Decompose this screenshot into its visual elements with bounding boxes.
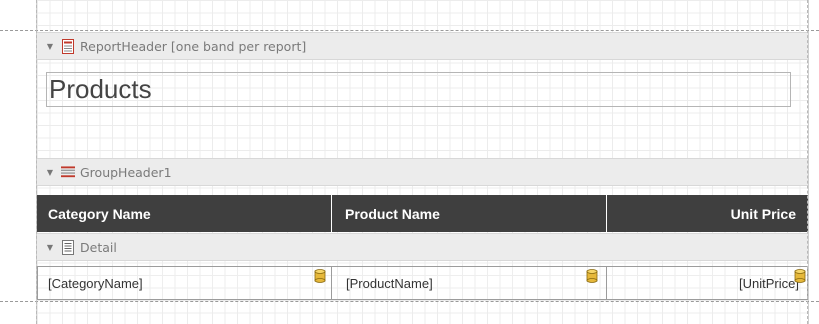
band-label: ReportHeader [one band per report]	[80, 38, 307, 54]
header-cell-label: Unit Price	[730, 205, 796, 222]
band-label: Detail	[80, 239, 117, 255]
detail-band-strip[interactable]: ▼ Detail	[37, 233, 808, 261]
report-header-band-strip[interactable]: ▼ ReportHeader [one band per report]	[37, 32, 808, 60]
group-header-band-icon	[61, 164, 75, 180]
header-cell-product-name[interactable]: Product Name	[332, 195, 606, 232]
report-design-surface[interactable]: ▼ ReportHeader [one band per report] Pro…	[36, 0, 809, 324]
bottom-margin-guide	[0, 301, 819, 302]
database-icon	[586, 269, 598, 283]
report-title-label[interactable]: Products	[46, 72, 791, 107]
band-label: GroupHeader1	[80, 164, 172, 180]
detail-cell-product-name[interactable]: [ProductName]	[331, 266, 607, 300]
database-icon	[314, 269, 326, 283]
database-icon	[794, 269, 806, 283]
left-margin-guide	[36, 0, 37, 324]
detail-cell-category-name[interactable]: [CategoryName]	[37, 266, 332, 300]
header-cell-label: Category Name	[48, 205, 151, 222]
field-expression: [UnitPrice]	[739, 275, 799, 291]
page-title: Products	[49, 74, 152, 104]
detail-band-icon	[61, 239, 75, 255]
collapse-arrow-icon[interactable]: ▼	[45, 42, 55, 51]
header-cell-unit-price[interactable]: Unit Price	[607, 195, 808, 232]
header-cell-category-name[interactable]: Category Name	[37, 195, 331, 232]
field-expression: [ProductName]	[346, 275, 433, 291]
field-expression: [CategoryName]	[48, 275, 143, 291]
collapse-arrow-icon[interactable]: ▼	[45, 168, 55, 177]
right-margin-guide	[807, 0, 808, 324]
collapse-arrow-icon[interactable]: ▼	[45, 243, 55, 252]
table-header-row[interactable]: Category Name Product Name Unit Price	[37, 195, 808, 232]
detail-table-row[interactable]: [CategoryName] [ProductName] [UnitPrice]	[37, 266, 808, 300]
detail-cell-unit-price[interactable]: [UnitPrice]	[606, 266, 808, 300]
report-header-band-icon	[61, 38, 75, 54]
group-header-band-strip[interactable]: ▼ GroupHeader1	[37, 158, 808, 186]
header-cell-label: Product Name	[345, 205, 440, 222]
top-margin-guide	[0, 30, 819, 31]
